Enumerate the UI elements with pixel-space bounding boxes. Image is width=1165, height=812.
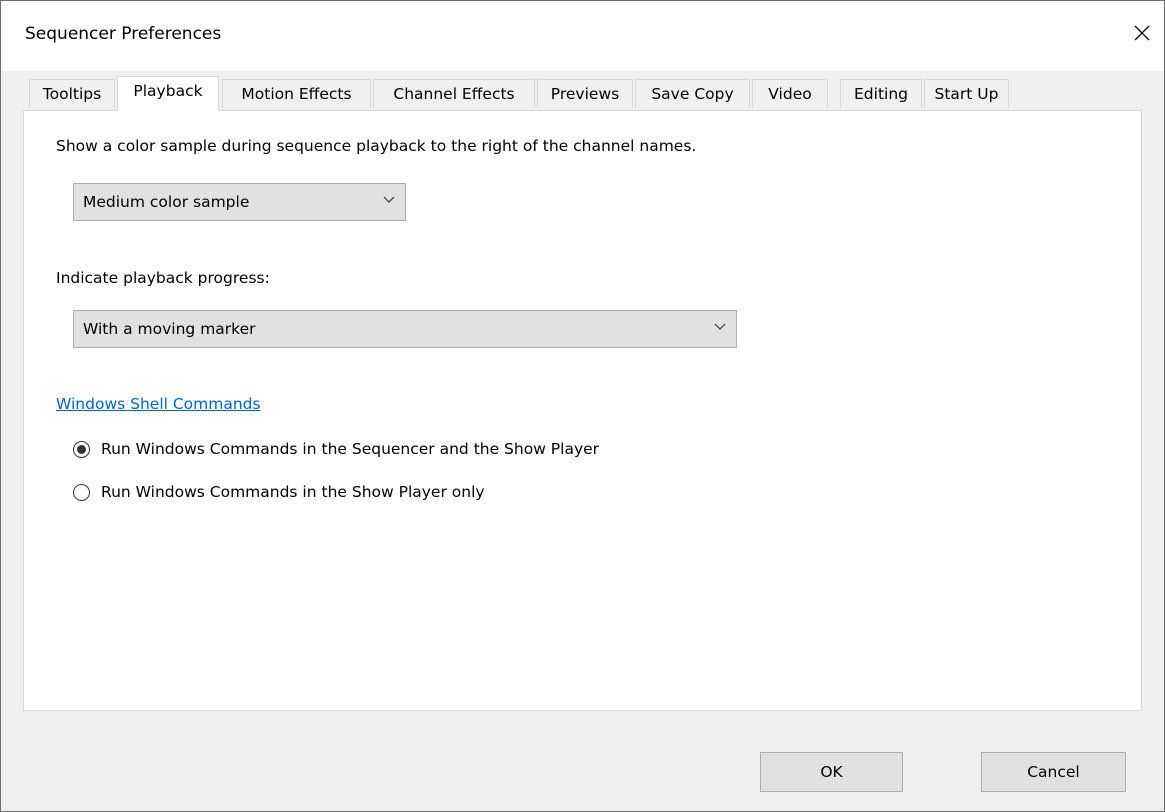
radio-label: Run Windows Commands in the Sequencer an… — [101, 440, 600, 458]
chevron-down-icon — [714, 323, 726, 330]
radio-label: Run Windows Commands in the Show Player … — [101, 483, 485, 501]
tab-save-copy[interactable]: Save Copy — [635, 79, 750, 108]
progress-value: With a moving marker — [83, 320, 256, 338]
tab-channel-effects[interactable]: Channel Effects — [373, 79, 535, 108]
radio-show-player-only[interactable]: Run Windows Commands in the Show Player … — [73, 483, 485, 501]
tab-video[interactable]: Video — [752, 79, 828, 108]
close-icon — [1134, 25, 1150, 41]
radio-sequencer-and-show-player[interactable]: Run Windows Commands in the Sequencer an… — [73, 440, 599, 458]
chevron-down-icon — [383, 196, 395, 203]
preferences-dialog: Sequencer Preferences Tooltips Playback … — [0, 0, 1165, 812]
windows-shell-commands-link[interactable]: Windows Shell Commands — [56, 395, 261, 413]
tab-previews[interactable]: Previews — [537, 79, 633, 108]
playback-panel: Show a color sample during sequence play… — [23, 110, 1142, 711]
progress-label: Indicate playback progress: — [56, 269, 270, 287]
ok-button[interactable]: OK — [760, 752, 903, 792]
tab-start-up[interactable]: Start Up — [924, 79, 1009, 108]
cancel-button[interactable]: Cancel — [981, 752, 1126, 792]
radio-button[interactable] — [73, 483, 90, 501]
color-sample-label: Show a color sample during sequence play… — [56, 137, 697, 155]
progress-dropdown[interactable]: With a moving marker — [73, 310, 737, 348]
color-sample-dropdown[interactable]: Medium color sample — [73, 183, 406, 221]
title-bar: Sequencer Preferences — [1, 1, 1164, 71]
dialog-title: Sequencer Preferences — [25, 24, 222, 44]
color-sample-value: Medium color sample — [83, 193, 250, 211]
radio-button[interactable] — [73, 440, 90, 458]
close-button[interactable] — [1124, 15, 1160, 51]
tab-motion-effects[interactable]: Motion Effects — [222, 79, 371, 108]
tab-tooltips[interactable]: Tooltips — [29, 79, 115, 108]
tab-editing[interactable]: Editing — [840, 79, 922, 108]
tab-playback[interactable]: Playback — [117, 76, 219, 111]
